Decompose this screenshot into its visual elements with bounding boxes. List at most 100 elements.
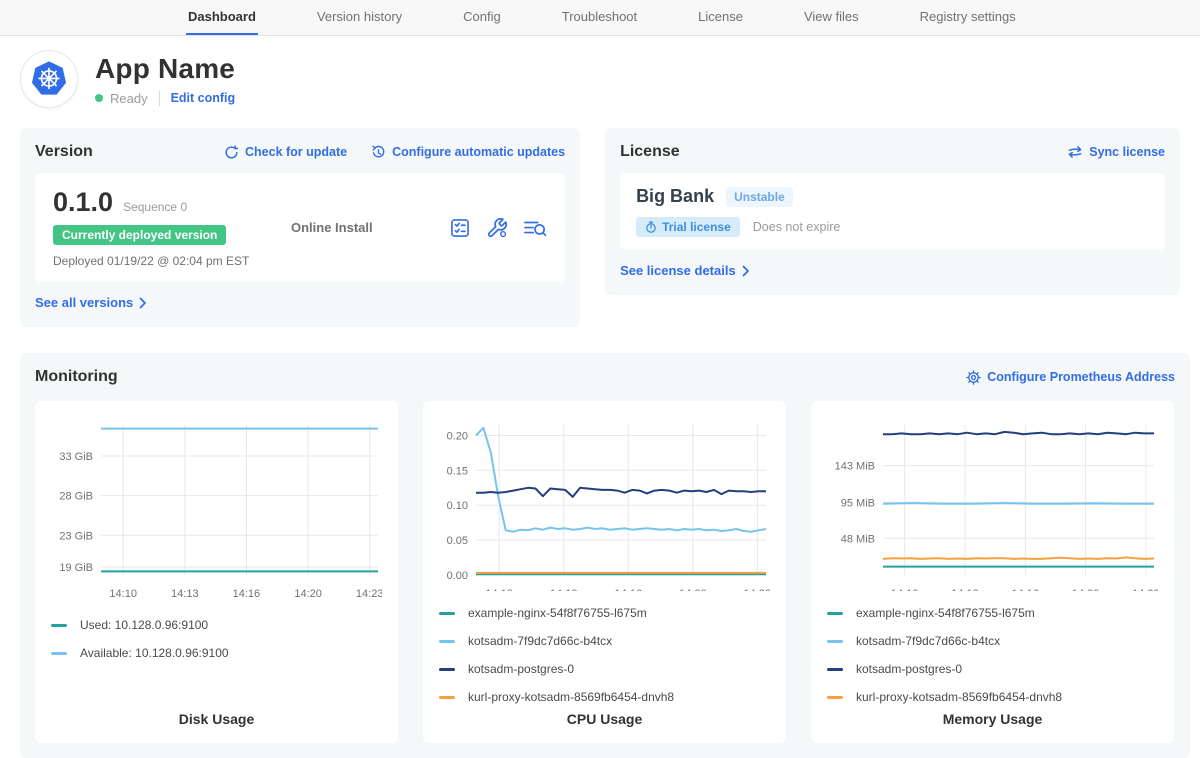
monitoring-section: Monitoring Configure Prometheus Address … — [20, 353, 1190, 758]
legend-dash-icon — [51, 652, 67, 655]
tab-license[interactable]: License — [696, 0, 745, 35]
legend-item: kurl-proxy-kotsadm-8569fb6454-dnvh8 — [439, 683, 770, 711]
legend-label: kotsadm-postgres-0 — [468, 662, 574, 676]
tab-troubleshoot[interactable]: Troubleshoot — [560, 0, 639, 35]
app-header: App Name Ready Edit config — [20, 50, 1180, 108]
svg-text:28 GiB: 28 GiB — [59, 491, 93, 503]
stopwatch-icon — [645, 221, 657, 233]
divider — [159, 91, 160, 106]
legend-item: kurl-proxy-kotsadm-8569fb6454-dnvh8 — [827, 683, 1158, 711]
legend-dash-icon — [439, 612, 455, 615]
chevron-right-icon — [139, 297, 147, 309]
tab-version-history[interactable]: Version history — [315, 0, 404, 35]
config-wrench-icon[interactable] — [486, 217, 508, 239]
svg-text:14:20: 14:20 — [1072, 588, 1100, 591]
preflight-checks-icon[interactable] — [449, 217, 471, 239]
tab-config[interactable]: Config — [461, 0, 503, 35]
license-card: License Sync license Big Bank Unstable — [605, 128, 1180, 295]
top-nav: Dashboard Version history Config Troublesho… — [0, 0, 1200, 36]
legend-label: kurl-proxy-kotsadm-8569fb6454-dnvh8 — [856, 690, 1062, 704]
legend-dash-icon — [827, 668, 843, 671]
legend-label: Available: 10.128.0.96:9100 — [80, 646, 229, 660]
disk-usage-chart: 19 GiB23 GiB28 GiB33 GiB14:1014:1314:161… — [51, 415, 382, 603]
svg-text:14:23: 14:23 — [1132, 588, 1158, 591]
legend-label: kurl-proxy-kotsadm-8569fb6454-dnvh8 — [468, 690, 674, 704]
legend-dash-icon — [51, 624, 67, 627]
chart-title: CPU Usage — [439, 711, 770, 729]
legend-label: Used: 10.128.0.96:9100 — [80, 618, 208, 632]
legend-item: kotsadm-postgres-0 — [827, 655, 1158, 683]
license-customer-name: Big Bank — [636, 186, 714, 207]
cpu-usage-chart: 0.000.050.100.150.2014:1014:1314:1614:20… — [439, 415, 770, 591]
svg-text:14:16: 14:16 — [233, 588, 261, 600]
chart-card-disk-usage: 19 GiB23 GiB28 GiB33 GiB14:1014:1314:161… — [35, 401, 398, 743]
svg-text:14:10: 14:10 — [109, 588, 137, 600]
memory-usage-legend: example-nginx-54f8f76755-l675m kotsadm-7f… — [827, 599, 1158, 711]
legend-dash-icon — [827, 612, 843, 615]
svg-text:14:20: 14:20 — [679, 588, 707, 591]
status-dot-icon — [95, 94, 103, 102]
legend-label: kotsadm-postgres-0 — [856, 662, 962, 676]
legend-item: kotsadm-postgres-0 — [439, 655, 770, 683]
deployed-badge: Currently deployed version — [53, 225, 226, 245]
trial-license-badge: Trial license — [636, 217, 740, 237]
license-card-title: License — [620, 143, 680, 161]
svg-text:48 MiB: 48 MiB — [841, 533, 875, 545]
svg-text:14:13: 14:13 — [550, 588, 578, 591]
charts-row: 19 GiB 23 GiB 28 GiB 33 GiB 14:10 14:13 14:16 1… — [35, 401, 1175, 743]
chart-title: Disk Usage — [51, 711, 382, 729]
legend-label: example-nginx-54f8f76755-l675m — [856, 606, 1035, 620]
refresh-icon — [224, 145, 239, 160]
configure-prometheus-button[interactable]: Configure Prometheus Address — [966, 370, 1175, 385]
svg-text:95 MiB: 95 MiB — [841, 497, 875, 509]
svg-text:0.10: 0.10 — [447, 500, 468, 512]
version-card: Version Check for update — [20, 128, 580, 327]
configure-automatic-updates-button[interactable]: Configure automatic updates — [371, 145, 565, 160]
cpu-usage-legend: example-nginx-54f8f76755-l675m kotsadm-7f… — [439, 599, 770, 711]
legend-dash-icon — [439, 640, 455, 643]
legend-item: kotsadm-7f9dc7d66c-b4tcx — [827, 627, 1158, 655]
svg-text:14:13: 14:13 — [951, 588, 979, 591]
install-type-label: Online Install — [291, 220, 449, 235]
version-number: 0.1.0 — [53, 187, 113, 218]
svg-text:14:16: 14:16 — [615, 588, 643, 591]
legend-dash-icon — [439, 696, 455, 699]
legend-dash-icon — [439, 668, 455, 671]
see-all-versions-link[interactable]: See all versions — [35, 295, 147, 310]
deploy-logs-icon[interactable] — [523, 217, 547, 239]
gear-icon — [966, 370, 981, 385]
channel-badge: Unstable — [726, 187, 793, 207]
memory-usage-chart: 48 MiB95 MiB143 MiB14:1014:1314:1614:201… — [827, 415, 1158, 591]
legend-item: example-nginx-54f8f76755-l675m — [827, 599, 1158, 627]
page-title: App Name — [95, 53, 235, 85]
svg-text:14:10: 14:10 — [891, 588, 919, 591]
check-for-update-button[interactable]: Check for update — [224, 145, 347, 160]
status-text: Ready — [110, 91, 148, 106]
tab-registry-settings[interactable]: Registry settings — [918, 0, 1018, 35]
svg-text:14:23: 14:23 — [356, 588, 382, 600]
kubernetes-icon — [27, 57, 71, 101]
svg-text:0.00: 0.00 — [447, 570, 468, 582]
disk-usage-legend: Used: 10.128.0.96:9100 Available: 10.128.… — [51, 611, 382, 667]
monitoring-title: Monitoring — [35, 368, 118, 386]
legend-item: Available: 10.128.0.96:9100 — [51, 639, 382, 667]
see-license-details-link[interactable]: See license details — [620, 263, 750, 278]
svg-text:14:10: 14:10 — [485, 588, 513, 591]
svg-text:143 MiB: 143 MiB — [835, 461, 875, 473]
svg-text:14:20: 14:20 — [294, 588, 322, 600]
sync-license-button[interactable]: Sync license — [1067, 145, 1165, 159]
license-expiry-text: Does not expire — [753, 220, 841, 234]
license-summary-card: Big Bank Unstable Trial license Does not… — [620, 173, 1165, 250]
svg-text:0.15: 0.15 — [447, 465, 468, 477]
edit-config-link[interactable]: Edit config — [171, 91, 236, 105]
legend-label: kotsadm-7f9dc7d66c-b4tcx — [468, 634, 612, 648]
legend-item: example-nginx-54f8f76755-l675m — [439, 599, 770, 627]
svg-text:19 GiB: 19 GiB — [59, 562, 93, 574]
svg-text:14:23: 14:23 — [744, 588, 770, 591]
svg-text:33 GiB: 33 GiB — [59, 451, 93, 463]
tab-dashboard[interactable]: Dashboard — [186, 0, 258, 35]
tab-view-files[interactable]: View files — [802, 0, 861, 35]
chart-title: Memory Usage — [827, 711, 1158, 729]
svg-text:23 GiB: 23 GiB — [59, 530, 93, 542]
chart-card-cpu-usage: 0.000.050.100.150.2014:1014:1314:1614:20… — [423, 401, 786, 743]
